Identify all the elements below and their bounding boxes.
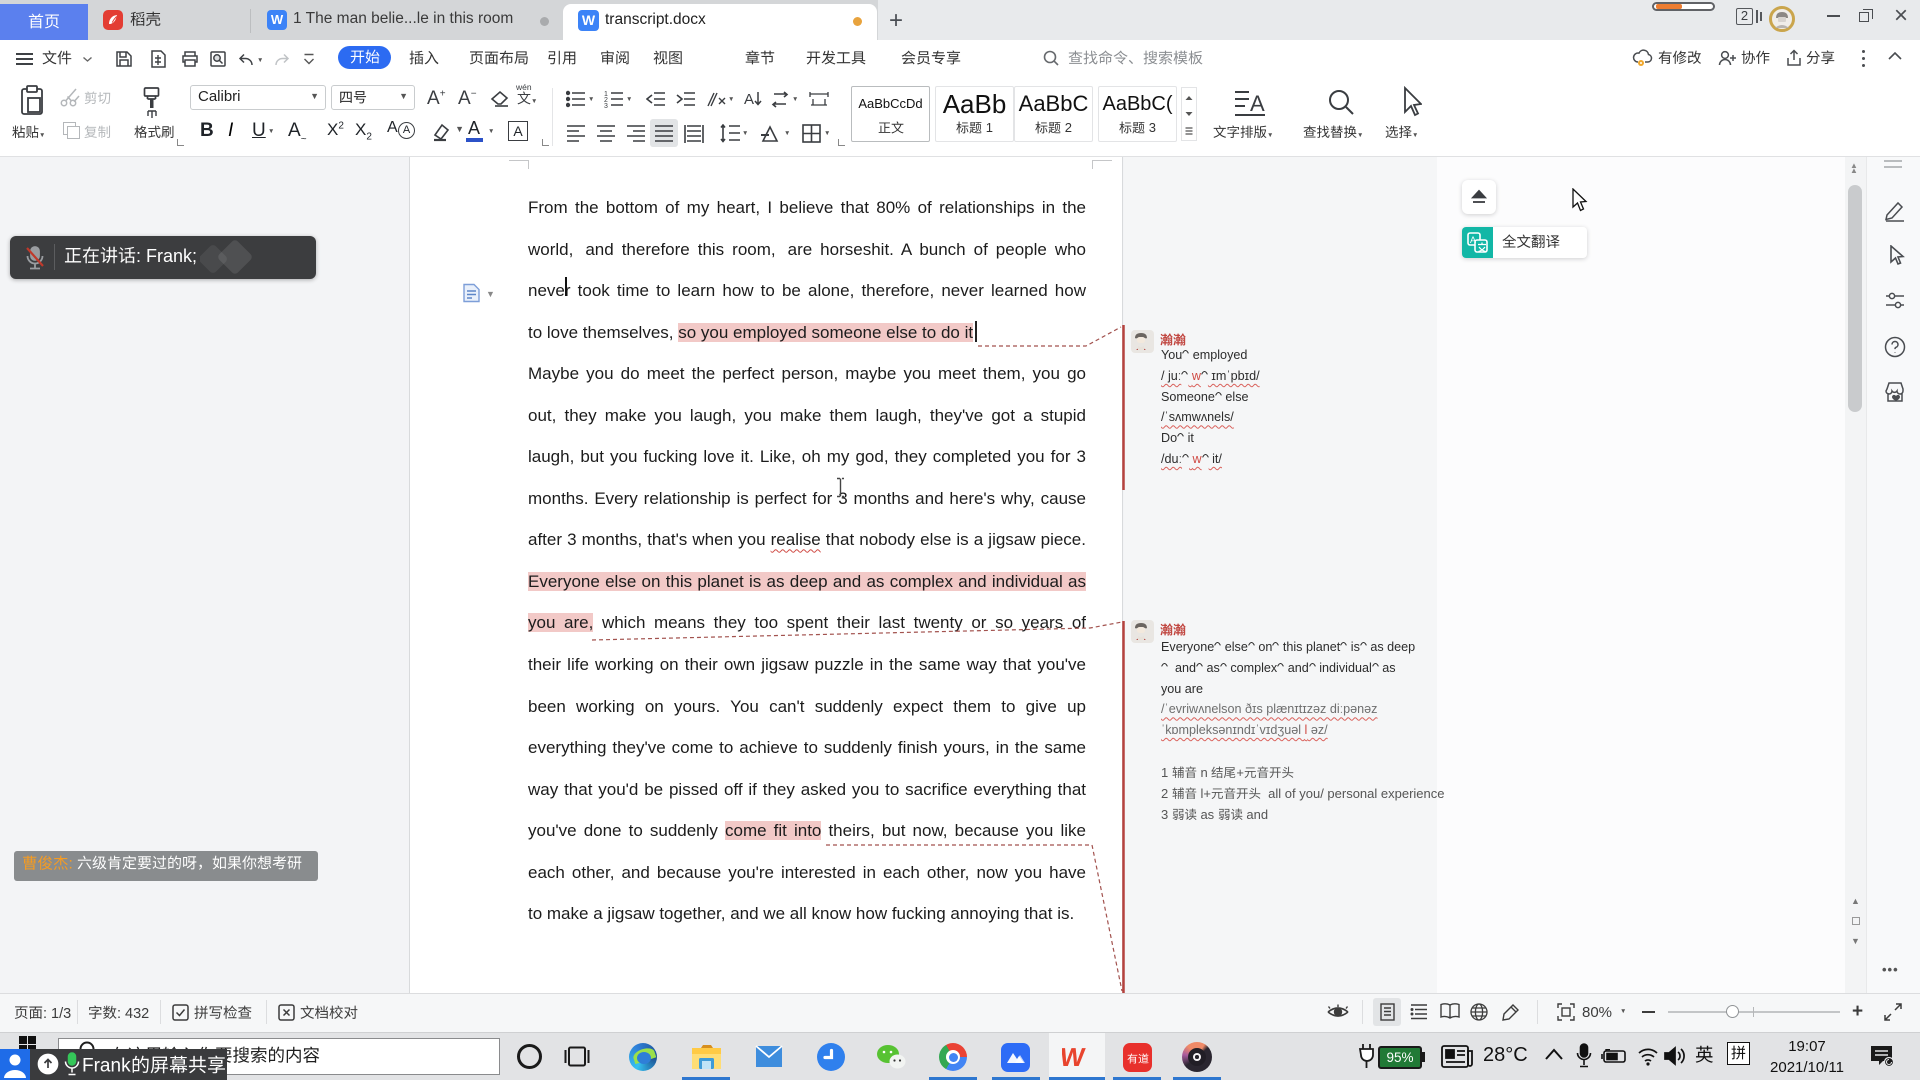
svg-text:3: 3 — [604, 103, 608, 108]
svg-text:A: A — [1470, 235, 1476, 245]
svg-text:A: A — [744, 91, 754, 108]
svg-text:W: W — [1062, 1043, 1087, 1071]
svg-text:A: A — [1250, 91, 1265, 116]
